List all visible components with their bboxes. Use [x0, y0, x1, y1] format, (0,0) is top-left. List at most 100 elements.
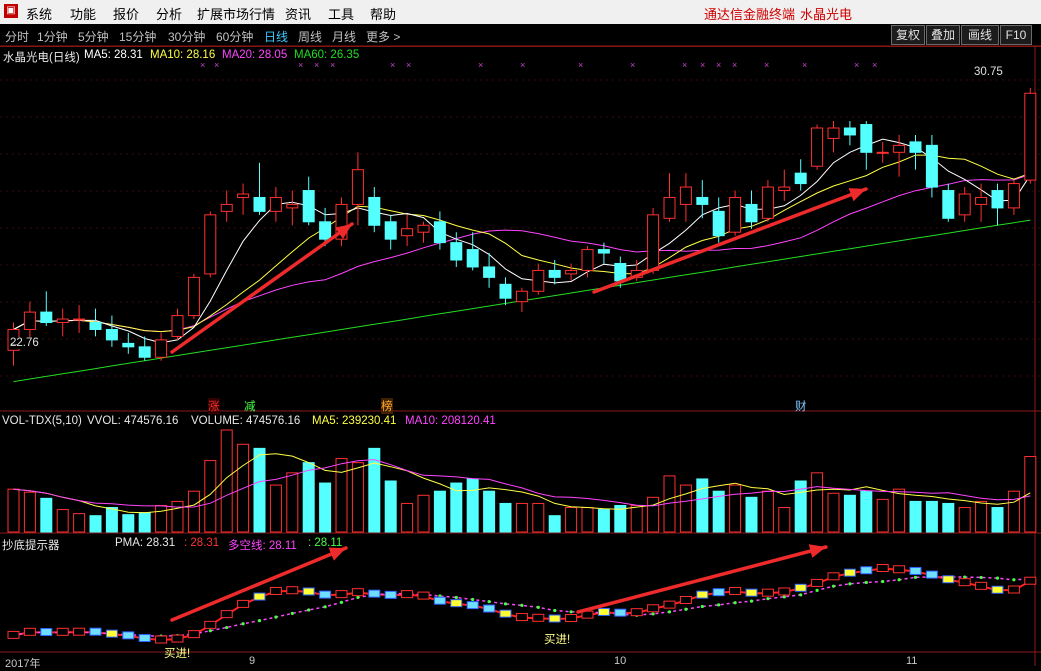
dkx-dot [274, 615, 278, 619]
dkx-label: 多空线: 28.11 [228, 540, 297, 552]
signal-block [548, 614, 561, 623]
signal-block [565, 614, 578, 623]
vol-ma5-label: MA5: 239230.41 [312, 415, 397, 427]
signal-block [630, 608, 643, 617]
x-marker-icon: × [390, 60, 395, 70]
dkx-dot [487, 600, 491, 604]
signal-block [40, 628, 53, 637]
low-arrow-icon: ← [8, 337, 20, 349]
x-marker-icon: × [630, 60, 635, 70]
volume-bar [187, 490, 200, 533]
candle-body [958, 193, 971, 216]
candle-body [761, 186, 774, 219]
candle-body [778, 186, 791, 192]
volume-bar [89, 515, 102, 533]
signal-block [679, 595, 692, 604]
dkx-dot [897, 578, 901, 582]
buy-signal-1: 买进! [164, 648, 191, 660]
candle-body [581, 249, 594, 271]
candle-body [696, 196, 709, 205]
signal-block [483, 604, 496, 613]
dkx-dot [667, 610, 672, 614]
dkx-dot [241, 622, 245, 626]
candle-body [155, 339, 168, 358]
dkx-dot [569, 610, 573, 614]
ma60-label: MA60: 26.35 [294, 49, 360, 61]
x-marker-icon: × [578, 60, 583, 70]
volume-bar [630, 504, 643, 533]
candle-body [942, 190, 955, 219]
signal-block [532, 613, 545, 622]
x-marker-icon: × [520, 60, 525, 70]
dkx-dot [307, 608, 311, 612]
signal-block [811, 578, 824, 587]
candle-body [171, 315, 184, 337]
candle-body [860, 124, 873, 153]
event-marker-list[interactable]: 榜 [381, 398, 393, 414]
signal-block [663, 600, 676, 609]
candle-body [368, 196, 381, 226]
signal-block [860, 566, 873, 575]
candle-body [614, 262, 627, 282]
dkx-dot [208, 629, 212, 633]
signal-block [335, 590, 348, 599]
candle-body [401, 228, 414, 237]
event-marker-rise[interactable]: 涨 [208, 398, 220, 414]
volume-bar [811, 472, 824, 533]
signal-block [843, 568, 856, 577]
volume-bar [942, 502, 955, 533]
candle-body [712, 210, 725, 237]
candle-body [1007, 183, 1020, 209]
candle-body [351, 169, 364, 205]
candle-body [105, 328, 118, 341]
signal-block [515, 613, 528, 622]
volume-bar [105, 507, 118, 533]
signal-block [1024, 576, 1037, 585]
candle-body [73, 318, 86, 321]
signal-block [729, 586, 742, 595]
candle-body [975, 196, 988, 205]
x-marker-icon: × [854, 60, 859, 70]
candle-body [679, 186, 692, 205]
kline-chart[interactable]: × × × × × × × × × × × × × × × × × × × [0, 0, 1041, 666]
signal-block [319, 590, 332, 599]
volume-bar [876, 498, 889, 533]
x-marker-icon: × [716, 60, 721, 70]
volume-bar [40, 497, 53, 533]
event-marker-finance[interactable]: 财 [795, 398, 807, 414]
candle-body [466, 249, 479, 268]
candle-body [597, 249, 610, 254]
candle-body [827, 127, 840, 139]
candle-body [893, 144, 906, 153]
volume-bar [171, 500, 184, 533]
x-marker-icon: × [314, 60, 319, 70]
event-marker-reduce[interactable]: 减 [244, 398, 256, 414]
signal-block [433, 596, 446, 605]
candle-body [220, 203, 233, 212]
candle-body [876, 151, 889, 154]
signal-block [171, 634, 184, 643]
candle-body [925, 144, 938, 188]
volume-bar [909, 500, 922, 533]
candle-body [991, 190, 1004, 209]
candle-body [237, 193, 250, 198]
volume-bar [417, 494, 430, 533]
signal-block [351, 588, 364, 597]
candle-body [56, 318, 69, 324]
dkx-dot [717, 603, 721, 607]
candle-body [745, 203, 758, 223]
volume-label: VOLUME: 474576.16 [191, 415, 301, 427]
dkx-dot [339, 600, 344, 604]
signal-block [286, 586, 299, 595]
candle-body [663, 196, 676, 219]
dkx-dot [749, 599, 754, 603]
candle-body [483, 266, 496, 278]
dkx-dot [782, 595, 786, 599]
dkx-dot [257, 619, 262, 623]
dkx-dot [913, 575, 918, 579]
signal-block [23, 627, 36, 636]
signal-block [269, 586, 282, 595]
volume-bar [729, 484, 742, 533]
signal-block [991, 585, 1004, 594]
date-label-oct: 10 [614, 655, 627, 667]
